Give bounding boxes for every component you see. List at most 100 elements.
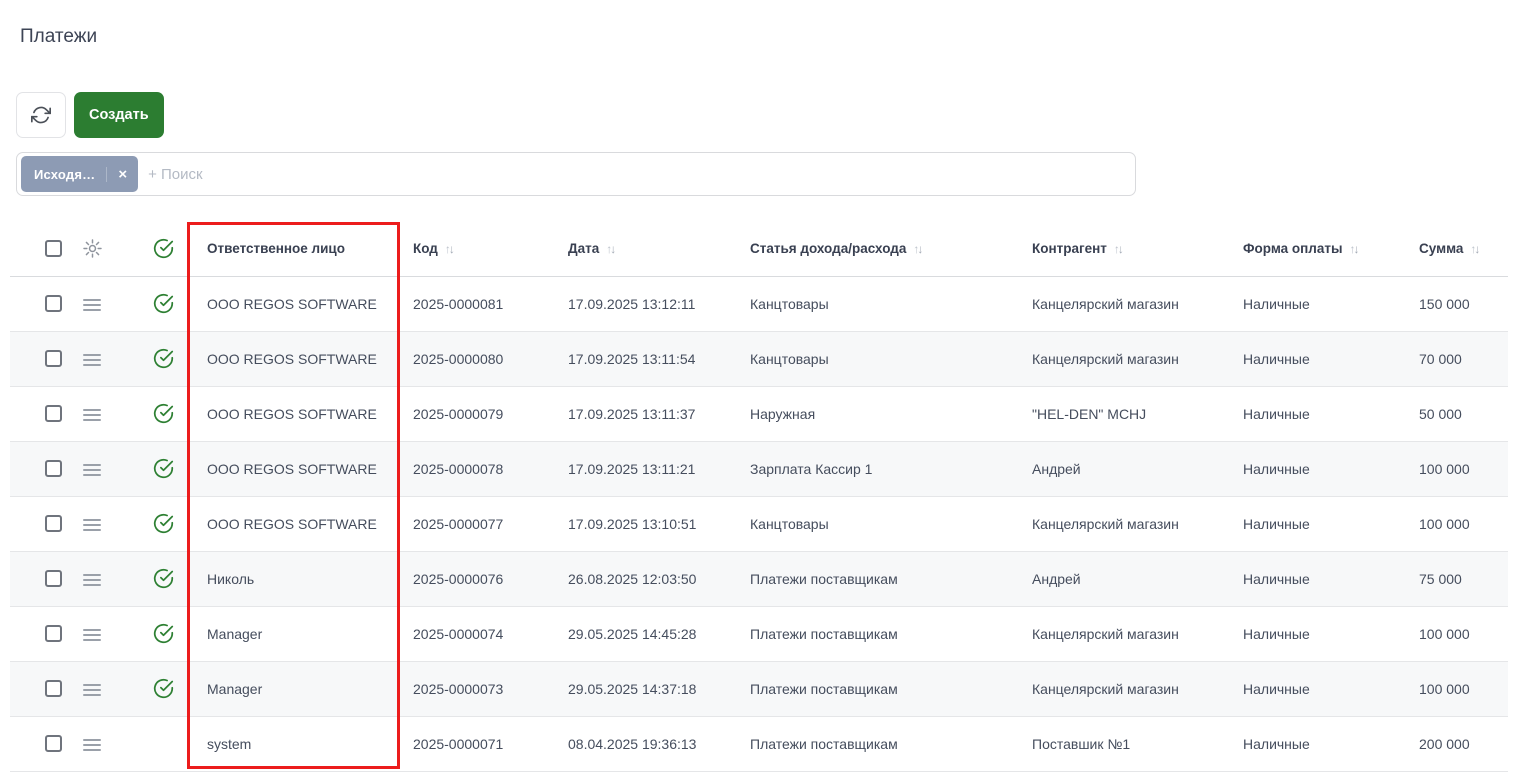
gear-icon[interactable] [82, 238, 103, 259]
cell-payment-form: Наличные [1232, 386, 1408, 441]
row-checkbox[interactable] [45, 680, 62, 697]
hamburger-menu-icon[interactable] [83, 683, 101, 697]
cell-counterparty: Канцелярский магазин [1021, 276, 1232, 331]
cell-counterparty: Канцелярский магазин [1021, 661, 1232, 716]
table-row[interactable]: OOO REGOS SOFTWARE 2025-0000078 17.09.20… [10, 441, 1508, 496]
cell-counterparty: Канцелярский магазин [1021, 606, 1232, 661]
cell-code: 2025-0000081 [402, 276, 557, 331]
sort-arrows-icon[interactable]: ↑↓ [606, 241, 614, 256]
cell-payment-form: Наличные [1232, 331, 1408, 386]
row-checkbox[interactable] [45, 570, 62, 587]
cell-responsible: OOO REGOS SOFTWARE [196, 331, 402, 386]
approved-column-icon [153, 238, 174, 259]
cell-amount: 200 000 [1408, 716, 1508, 771]
hamburger-menu-icon[interactable] [83, 518, 101, 532]
payments-table: Ответственное лицо Код↑↓ Дата↑↓ Статья д… [10, 222, 1508, 772]
column-header-label: Дата [568, 241, 599, 256]
approved-check-icon [153, 348, 174, 369]
cell-responsible: OOO REGOS SOFTWARE [196, 386, 402, 441]
cell-date: 17.09.2025 13:10:51 [557, 496, 739, 551]
row-checkbox[interactable] [45, 625, 62, 642]
cell-date: 17.09.2025 13:11:54 [557, 331, 739, 386]
toolbar: Создать [16, 92, 164, 138]
create-button[interactable]: Создать [74, 92, 164, 138]
row-checkbox[interactable] [45, 405, 62, 422]
cell-counterparty: Андрей [1021, 551, 1232, 606]
table-row[interactable]: OOO REGOS SOFTWARE 2025-0000080 17.09.20… [10, 331, 1508, 386]
cell-responsible: Николь [196, 551, 402, 606]
select-all-checkbox[interactable] [45, 240, 62, 257]
hamburger-menu-icon[interactable] [83, 463, 101, 477]
cell-payment-form: Наличные [1232, 496, 1408, 551]
cell-date: 17.09.2025 13:12:11 [557, 276, 739, 331]
cell-responsible: OOO REGOS SOFTWARE [196, 276, 402, 331]
hamburger-menu-icon[interactable] [83, 298, 101, 312]
sort-arrows-icon[interactable]: ↑↓ [445, 241, 453, 256]
column-header-category[interactable]: Статья дохода/расхода↑↓ [739, 222, 1021, 276]
cell-responsible: OOO REGOS SOFTWARE [196, 496, 402, 551]
filter-tag[interactable]: Исходя… × [21, 156, 138, 192]
column-header-date[interactable]: Дата ↑↓ [557, 222, 739, 276]
cell-category: Платежи поставщикам [739, 606, 1021, 661]
table-body: OOO REGOS SOFTWARE 2025-0000081 17.09.20… [10, 276, 1508, 771]
cell-date: 17.09.2025 13:11:21 [557, 441, 739, 496]
row-checkbox[interactable] [45, 515, 62, 532]
cell-category: Наружная [739, 386, 1021, 441]
row-checkbox[interactable] [45, 460, 62, 477]
cell-code: 2025-0000073 [402, 661, 557, 716]
cell-counterparty: "HEL-DEN" MCHJ [1021, 386, 1232, 441]
table-row[interactable]: OOO REGOS SOFTWARE 2025-0000081 17.09.20… [10, 276, 1508, 331]
row-checkbox[interactable] [45, 295, 62, 312]
hamburger-menu-icon[interactable] [83, 738, 101, 752]
cell-payment-form: Наличные [1232, 661, 1408, 716]
hamburger-menu-icon[interactable] [83, 573, 101, 587]
cell-counterparty: Андрей [1021, 441, 1232, 496]
cell-category: Канцтовары [739, 331, 1021, 386]
search-bar[interactable]: Исходя… × [16, 152, 1136, 196]
cell-code: 2025-0000076 [402, 551, 557, 606]
cell-payment-form: Наличные [1232, 551, 1408, 606]
table-row[interactable]: Николь 2025-0000076 26.08.2025 12:03:50 … [10, 551, 1508, 606]
cell-counterparty: Канцелярский магазин [1021, 496, 1232, 551]
approved-check-icon [153, 403, 174, 424]
table-row[interactable]: OOO REGOS SOFTWARE 2025-0000077 17.09.20… [10, 496, 1508, 551]
cell-category: Зарплата Кассир 1 [739, 441, 1021, 496]
table-header-row: Ответственное лицо Код↑↓ Дата↑↓ Статья д… [10, 222, 1508, 276]
table-row[interactable]: Manager 2025-0000074 29.05.2025 14:45:28… [10, 606, 1508, 661]
filter-tag-label: Исходя… [34, 167, 95, 182]
cell-payment-form: Наличные [1232, 276, 1408, 331]
row-checkbox[interactable] [45, 735, 62, 752]
cell-responsible: Manager [196, 606, 402, 661]
row-checkbox[interactable] [45, 350, 62, 367]
table-row[interactable]: Manager 2025-0000073 29.05.2025 14:37:18… [10, 661, 1508, 716]
cell-responsible: Manager [196, 661, 402, 716]
cell-category: Канцтовары [739, 496, 1021, 551]
hamburger-menu-icon[interactable] [83, 408, 101, 422]
cell-counterparty: Канцелярский магазин [1021, 331, 1232, 386]
column-header-counterparty[interactable]: Контрагент↑↓ [1021, 222, 1232, 276]
search-input[interactable] [148, 153, 1125, 195]
column-header-code[interactable]: Код↑↓ [402, 222, 557, 276]
close-icon[interactable]: × [106, 167, 127, 182]
table-row[interactable]: OOO REGOS SOFTWARE 2025-0000079 17.09.20… [10, 386, 1508, 441]
column-header-payment-form[interactable]: Форма оплаты↑↓ [1232, 222, 1408, 276]
sort-arrows-icon[interactable]: ↑↓ [1114, 241, 1122, 256]
sort-arrows-icon[interactable]: ↑↓ [1470, 241, 1478, 256]
page-title: Платежи [20, 26, 97, 48]
cell-code: 2025-0000071 [402, 716, 557, 771]
refresh-button[interactable] [16, 92, 66, 138]
column-header-amount[interactable]: Сумма↑↓ [1408, 222, 1508, 276]
hamburger-menu-icon[interactable] [83, 353, 101, 367]
cell-code: 2025-0000080 [402, 331, 557, 386]
approved-check-icon [153, 293, 174, 314]
cell-date: 17.09.2025 13:11:37 [557, 386, 739, 441]
cell-amount: 150 000 [1408, 276, 1508, 331]
sort-arrows-icon[interactable]: ↑↓ [913, 241, 921, 256]
sort-arrows-icon[interactable]: ↑↓ [1350, 241, 1358, 256]
cell-amount: 100 000 [1408, 606, 1508, 661]
cell-amount: 100 000 [1408, 441, 1508, 496]
approved-check-icon [153, 458, 174, 479]
cell-category: Платежи поставщикам [739, 661, 1021, 716]
hamburger-menu-icon[interactable] [83, 628, 101, 642]
table-row[interactable]: system 2025-0000071 08.04.2025 19:36:13 … [10, 716, 1508, 771]
